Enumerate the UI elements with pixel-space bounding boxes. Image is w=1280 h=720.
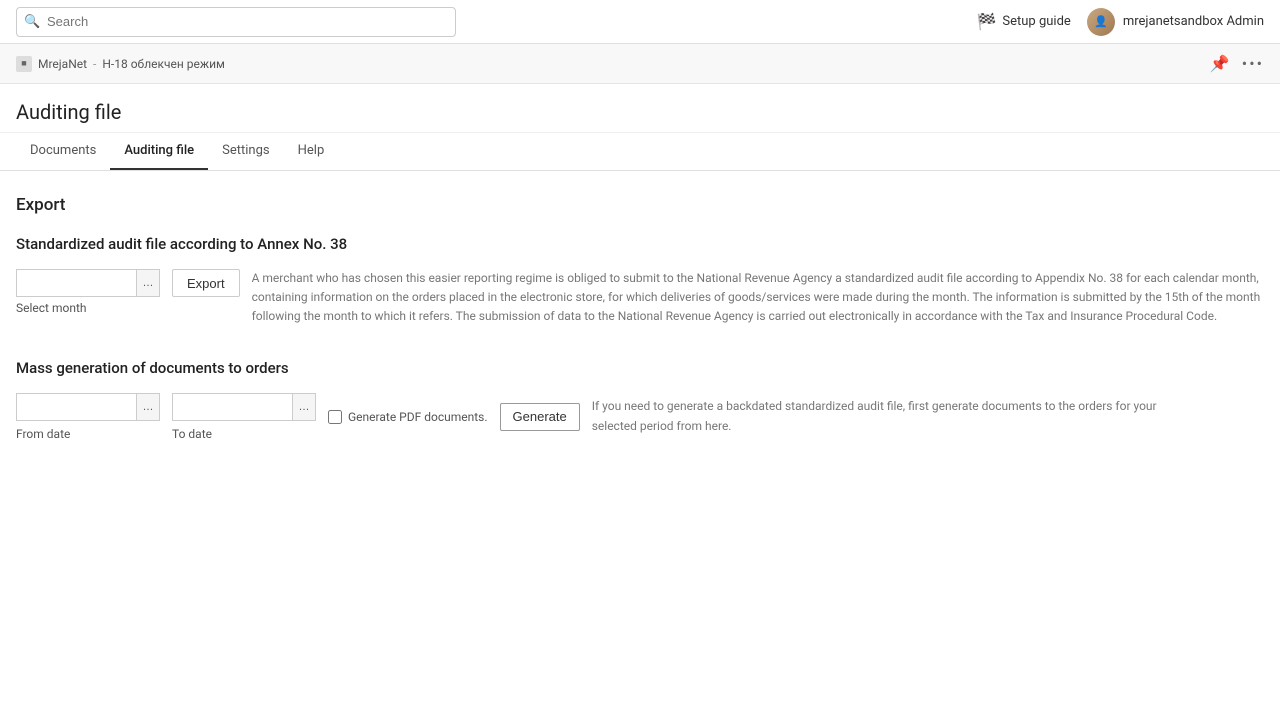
select-month-group: … Select month xyxy=(16,269,160,315)
to-date-picker-btn[interactable]: … xyxy=(292,393,316,421)
select-month-label: Select month xyxy=(16,301,160,315)
search-input[interactable] xyxy=(16,7,456,37)
user-area[interactable]: 👤 mrejanetsandbox Admin xyxy=(1087,8,1264,36)
mass-gen-controls: … From date … To date Generate PDF docum… xyxy=(16,393,1264,441)
generate-pdf-label[interactable]: Generate PDF documents. xyxy=(328,410,488,424)
main-content: Export Standardized audit file according… xyxy=(0,171,1280,485)
to-date-group: … To date xyxy=(172,393,316,441)
export-section: Export Standardized audit file according… xyxy=(16,195,1264,327)
user-name-label: mrejanetsandbox Admin xyxy=(1123,14,1264,29)
flag-icon: 🏁 xyxy=(976,12,996,31)
from-date-input[interactable] xyxy=(16,393,136,421)
select-month-picker-btn[interactable]: … xyxy=(136,269,160,297)
search-container: 🔍 xyxy=(16,7,456,37)
tab-auditing-file[interactable]: Auditing file xyxy=(110,133,208,170)
setup-guide-label: Setup guide xyxy=(1002,14,1070,29)
generate-button[interactable]: Generate xyxy=(500,403,580,431)
tab-documents[interactable]: Documents xyxy=(16,133,110,170)
to-date-input[interactable] xyxy=(172,393,292,421)
export-subsection-title: Standardized audit file according to Ann… xyxy=(16,235,1264,253)
export-info-text: A merchant who has chosen this easier re… xyxy=(252,269,1264,327)
avatar: 👤 xyxy=(1087,8,1115,36)
from-date-picker-btn[interactable]: … xyxy=(136,393,160,421)
breadcrumb: ■ MrejaNet - Н-18 облекчен режим xyxy=(16,56,225,72)
from-date-input-wrap: … xyxy=(16,393,160,421)
export-section-title: Export xyxy=(16,195,1264,215)
sub-header-actions: 📌 ••• xyxy=(1210,54,1264,73)
search-icon: 🔍 xyxy=(24,14,40,29)
pin-icon[interactable]: 📌 xyxy=(1210,54,1230,73)
generate-pdf-text: Generate PDF documents. xyxy=(348,410,488,424)
mass-gen-section-title: Mass generation of documents to orders xyxy=(16,359,1264,377)
page-title: Auditing file xyxy=(16,100,1264,124)
to-date-label: To date xyxy=(172,427,316,441)
store-name: MrejaNet xyxy=(38,57,87,71)
from-date-label: From date xyxy=(16,427,160,441)
setup-guide-link[interactable]: 🏁 Setup guide xyxy=(976,12,1070,31)
page-title-area: Auditing file xyxy=(0,84,1280,133)
tab-help[interactable]: Help xyxy=(284,133,339,170)
store-icon: ■ xyxy=(16,56,32,72)
nav-right: 🏁 Setup guide 👤 mrejanetsandbox Admin xyxy=(976,8,1264,36)
to-date-input-wrap: … xyxy=(172,393,316,421)
tab-settings[interactable]: Settings xyxy=(208,133,283,170)
more-options-icon[interactable]: ••• xyxy=(1242,54,1264,73)
breadcrumb-separator: - xyxy=(93,57,96,71)
from-date-group: … From date xyxy=(16,393,160,441)
tab-nav: Documents Auditing file Settings Help xyxy=(0,133,1280,171)
sub-header: ■ MrejaNet - Н-18 облекчен режим 📌 ••• xyxy=(0,44,1280,84)
avatar-image: 👤 xyxy=(1087,8,1115,36)
generate-pdf-checkbox[interactable] xyxy=(328,410,342,424)
export-row: … Select month Export A merchant who has… xyxy=(16,269,1264,327)
select-month-input-wrap: … xyxy=(16,269,160,297)
breadcrumb-mode: Н-18 облекчен режим xyxy=(102,57,225,71)
top-nav: 🔍 🏁 Setup guide 👤 mrejanetsandbox Admin xyxy=(0,0,1280,44)
mass-generation-section: Mass generation of documents to orders …… xyxy=(16,359,1264,441)
select-month-input[interactable] xyxy=(16,269,136,297)
export-button[interactable]: Export xyxy=(172,269,240,297)
mass-gen-info-text: If you need to generate a backdated stan… xyxy=(592,397,1192,435)
